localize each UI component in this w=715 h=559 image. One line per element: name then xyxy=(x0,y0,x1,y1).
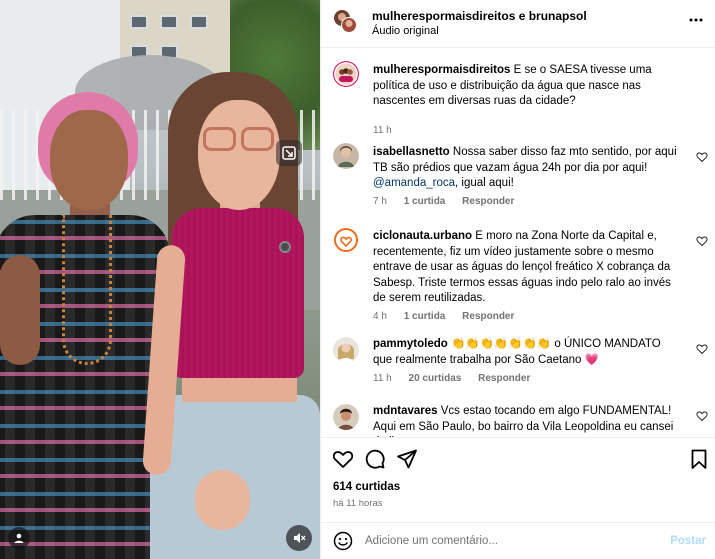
reel-video[interactable] xyxy=(0,0,320,559)
reply-button[interactable]: Responder xyxy=(462,196,514,207)
heart-icon[interactable] xyxy=(332,448,354,470)
person-right-face xyxy=(198,100,280,210)
post-actions-bar xyxy=(321,437,715,479)
post-time[interactable]: há 11 horas xyxy=(333,498,382,509)
heart-icon[interactable] xyxy=(696,151,708,163)
comment-username[interactable]: ciclonauta.urbano xyxy=(373,230,472,242)
comment-time: 4 h xyxy=(373,311,387,322)
send-icon[interactable] xyxy=(396,448,418,470)
post-header: mulherespormaisdireitos e brunapsol Áudi… xyxy=(321,0,715,48)
background-window xyxy=(190,15,208,29)
mention-link[interactable]: @amanda_roca xyxy=(373,177,455,189)
comments-list[interactable]: mulherespormaisdireitos E se o SAESA tiv… xyxy=(321,49,715,437)
collab-badge-icon xyxy=(276,140,302,166)
comment-likes[interactable]: 1 curtida xyxy=(404,196,446,207)
comment-text: , igual aqui! xyxy=(455,177,514,189)
comment-username[interactable]: mulherespormaisdireitos xyxy=(373,64,510,76)
post-authors[interactable]: mulherespormaisdireitos e brunapsol xyxy=(372,9,587,23)
comment-likes[interactable]: 1 curtida xyxy=(404,311,446,322)
person-icon xyxy=(14,533,24,543)
emoji-icon[interactable] xyxy=(333,531,353,551)
reply-button[interactable]: Responder xyxy=(478,373,530,384)
heart-icon[interactable] xyxy=(696,343,708,355)
avatar[interactable] xyxy=(333,404,359,430)
avatar[interactable] xyxy=(333,337,359,363)
comment-composer: Postar xyxy=(321,522,715,559)
heart-icon[interactable] xyxy=(696,410,708,422)
person-right-hands xyxy=(195,470,250,530)
person-left-necklace xyxy=(62,215,112,365)
person-left-face xyxy=(50,110,128,210)
bookmark-icon[interactable] xyxy=(688,448,710,470)
background-window xyxy=(160,15,178,29)
comment-username[interactable]: pammytoledo xyxy=(373,338,448,350)
more-options-icon[interactable] xyxy=(688,12,704,28)
mute-toggle-button[interactable] xyxy=(286,525,312,551)
post-side-panel: mulherespormaisdireitos e brunapsol Áudi… xyxy=(320,0,715,559)
background-window xyxy=(130,15,148,29)
comment-input[interactable] xyxy=(365,531,655,551)
like-count[interactable]: 614 curtidas xyxy=(333,481,400,493)
post-comment-button[interactable]: Postar xyxy=(670,535,706,547)
caption-time: 11 h xyxy=(373,125,392,136)
tagged-people-button[interactable] xyxy=(8,527,30,549)
comment-time: 7 h xyxy=(373,196,387,207)
comment-username[interactable]: isabellasnetto xyxy=(373,146,450,158)
collab-avatars[interactable] xyxy=(332,8,358,34)
person-left-arm xyxy=(0,255,40,365)
comment-icon[interactable] xyxy=(364,448,386,470)
avatar[interactable] xyxy=(333,61,359,87)
person-right-pin xyxy=(279,241,291,253)
muted-speaker-icon xyxy=(294,533,306,543)
comment-time: 11 h xyxy=(373,373,392,384)
comment-username[interactable]: mdntavares xyxy=(373,405,438,417)
avatar[interactable] xyxy=(333,227,359,253)
person-right-top xyxy=(172,208,304,378)
comment-likes[interactable]: 20 curtidas xyxy=(409,373,462,384)
avatar[interactable] xyxy=(333,143,359,169)
person-right-glasses xyxy=(203,127,275,151)
reply-button[interactable]: Responder xyxy=(462,311,514,322)
audio-link[interactable]: Áudio original xyxy=(372,25,439,37)
heart-icon[interactable] xyxy=(696,235,708,247)
